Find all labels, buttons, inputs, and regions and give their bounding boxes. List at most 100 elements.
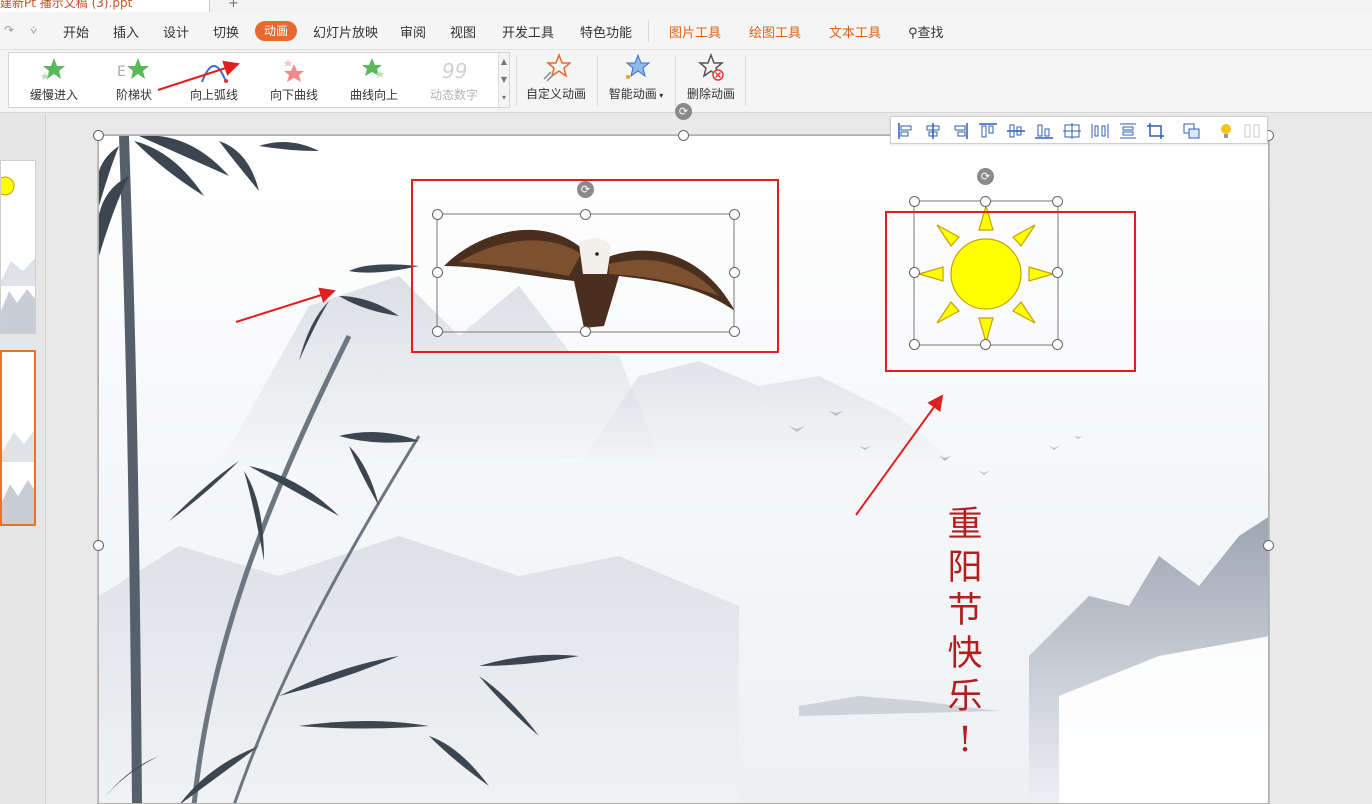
slide-canvas[interactable]: 重 阳 节 快 乐 ! bbox=[98, 135, 1269, 804]
resize-handle[interactable] bbox=[729, 326, 740, 337]
resize-handle[interactable] bbox=[980, 339, 991, 350]
resize-handle[interactable] bbox=[729, 209, 740, 220]
resize-handle[interactable] bbox=[729, 267, 740, 278]
mountain-low bbox=[99, 536, 739, 803]
animation-label: 向上弧线 bbox=[189, 88, 238, 102]
resize-handle[interactable] bbox=[93, 540, 104, 551]
resize-handle[interactable] bbox=[1263, 540, 1274, 551]
menu-tab-developer[interactable]: 开发工具 bbox=[502, 22, 554, 41]
star-slow-enter-icon bbox=[41, 58, 65, 80]
rotate-handle-icon[interactable]: ⟳ bbox=[977, 168, 994, 185]
resize-handle[interactable] bbox=[909, 339, 920, 350]
menu-tab-view[interactable]: 视图 bbox=[450, 22, 476, 41]
title-char: 节 bbox=[947, 591, 983, 631]
distribute-vertical-icon[interactable] bbox=[1117, 121, 1139, 141]
resize-handle[interactable] bbox=[678, 130, 689, 141]
gallery-scrollbar[interactable]: ▲ ▼ ▾ bbox=[498, 53, 509, 107]
group-icon[interactable] bbox=[1181, 121, 1203, 141]
delete-animation-button[interactable]: 删除动画 bbox=[683, 53, 739, 109]
resize-handle[interactable] bbox=[580, 209, 591, 220]
menu-tab-design[interactable]: 设计 bbox=[163, 22, 189, 41]
animation-slow-enter[interactable]: 缓慢进入 bbox=[14, 53, 94, 107]
slide-thumbnail-1[interactable] bbox=[0, 160, 36, 334]
mountain-mid bbox=[579, 361, 959, 466]
menu-tab-home[interactable]: 开始 bbox=[63, 22, 89, 41]
menu-tab-insert[interactable]: 插入 bbox=[113, 22, 139, 41]
resize-handle[interactable] bbox=[432, 209, 443, 220]
document-tab-title: 建新Pt 播示文稿 (3).ppt bbox=[0, 0, 133, 10]
custom-animation-icon bbox=[543, 53, 571, 82]
menu-tab-slideshow[interactable]: 幻灯片放映 bbox=[313, 22, 378, 41]
animation-arc-up[interactable]: 向上弧线 bbox=[174, 53, 254, 107]
animation-step[interactable]: E 阶梯状 bbox=[94, 53, 174, 107]
menu-tab-review[interactable]: 审阅 bbox=[400, 22, 426, 41]
sun-shape[interactable] bbox=[916, 203, 1056, 345]
ribbon-separator bbox=[516, 56, 517, 106]
smart-animation-text: 智能动画 bbox=[608, 87, 657, 101]
gallery-up-icon[interactable]: ▲ bbox=[499, 53, 509, 71]
redo-icon[interactable]: ↷ bbox=[4, 23, 14, 37]
menu-tab-drawing-tools[interactable]: 绘图工具 bbox=[749, 22, 801, 41]
quick-access-dropdown-icon[interactable]: ⩒ bbox=[30, 23, 37, 38]
align-top-icon[interactable] bbox=[977, 121, 999, 141]
search-label: 查找 bbox=[917, 26, 944, 41]
resize-handle[interactable] bbox=[909, 267, 920, 278]
resize-handle[interactable] bbox=[432, 267, 443, 278]
menu-separator bbox=[648, 20, 649, 42]
search-button[interactable]: ⚲查找 bbox=[908, 22, 944, 41]
slide-thumbnail-panel bbox=[0, 114, 46, 804]
rotate-handle-icon[interactable]: ⟳ bbox=[577, 181, 594, 198]
align-center-icon[interactable] bbox=[922, 121, 944, 141]
resize-handle[interactable] bbox=[93, 130, 104, 141]
resize-handle[interactable] bbox=[580, 326, 591, 337]
animation-label: 动态数字 bbox=[429, 88, 478, 102]
align-left-icon[interactable] bbox=[895, 121, 917, 141]
menu-tab-transition[interactable]: 切换 bbox=[213, 22, 239, 41]
menu-tab-picture-tools[interactable]: 图片工具 bbox=[669, 22, 721, 41]
ribbon-separator bbox=[745, 56, 746, 106]
lightbulb-icon[interactable] bbox=[1215, 121, 1237, 141]
distribute-center-icon[interactable] bbox=[1061, 121, 1083, 141]
delete-animation-icon bbox=[697, 53, 725, 81]
ribbon-separator bbox=[675, 56, 676, 106]
thumbnail-preview bbox=[2, 430, 34, 524]
svg-text:E: E bbox=[117, 64, 126, 80]
align-middle-icon[interactable] bbox=[1005, 121, 1027, 141]
search-icon: ⚲ bbox=[908, 26, 918, 41]
star-curve-down-icon bbox=[284, 59, 304, 82]
align-right-icon[interactable] bbox=[949, 121, 971, 141]
menu-tab-text-tools[interactable]: 文本工具 bbox=[829, 22, 881, 41]
menu-bar: ↷ ⩒ 开始 插入 设计 切换 动画 幻灯片放映 审阅 视图 开发工具 特色功能… bbox=[0, 12, 1372, 50]
custom-animation-button[interactable]: 自定义动画 bbox=[525, 53, 587, 109]
crop-icon[interactable] bbox=[1145, 121, 1167, 141]
ribbon-separator bbox=[597, 56, 598, 106]
resize-handle[interactable] bbox=[909, 196, 920, 207]
slide-title-text[interactable]: 重 阳 节 快 乐 ! bbox=[942, 504, 988, 762]
custom-animation-label: 自定义动画 bbox=[525, 87, 586, 101]
resize-handle[interactable] bbox=[980, 196, 991, 207]
slide-thumbnail-2[interactable] bbox=[0, 350, 36, 526]
animation-curve-down[interactable]: 向下曲线 bbox=[254, 53, 334, 107]
resize-handle[interactable] bbox=[1052, 267, 1063, 278]
menu-tab-special[interactable]: 特色功能 bbox=[580, 22, 632, 41]
smart-animation-button[interactable]: 智能动画 ▾ bbox=[604, 53, 668, 109]
rotate-handle-icon[interactable]: ⟳ bbox=[675, 103, 692, 120]
title-char: ! bbox=[957, 720, 973, 760]
new-tab-icon[interactable]: + bbox=[228, 0, 239, 11]
distribute-horizontal-icon[interactable] bbox=[1089, 121, 1111, 141]
gallery-down-icon[interactable]: ▼ bbox=[499, 71, 509, 89]
menu-tab-animation[interactable]: 动画 bbox=[255, 21, 297, 41]
star-step-icon: E bbox=[117, 58, 149, 80]
resize-handle[interactable] bbox=[1052, 339, 1063, 350]
resize-handle[interactable] bbox=[1052, 196, 1063, 207]
title-char: 阳 bbox=[947, 548, 983, 588]
thumbnail-preview bbox=[1, 176, 35, 333]
title-char: 乐 bbox=[947, 677, 983, 717]
align-bottom-icon[interactable] bbox=[1033, 121, 1055, 141]
gallery-more-icon[interactable]: ▾ bbox=[499, 89, 509, 107]
document-tab[interactable]: 建新Pt 播示文稿 (3).ppt bbox=[0, 0, 210, 12]
resize-handle[interactable] bbox=[432, 326, 443, 337]
slide-background-art bbox=[99, 136, 1268, 803]
smart-animation-label: 智能动画 ▾ bbox=[604, 85, 668, 102]
animation-curve-up[interactable]: 曲线向上 bbox=[334, 53, 414, 107]
